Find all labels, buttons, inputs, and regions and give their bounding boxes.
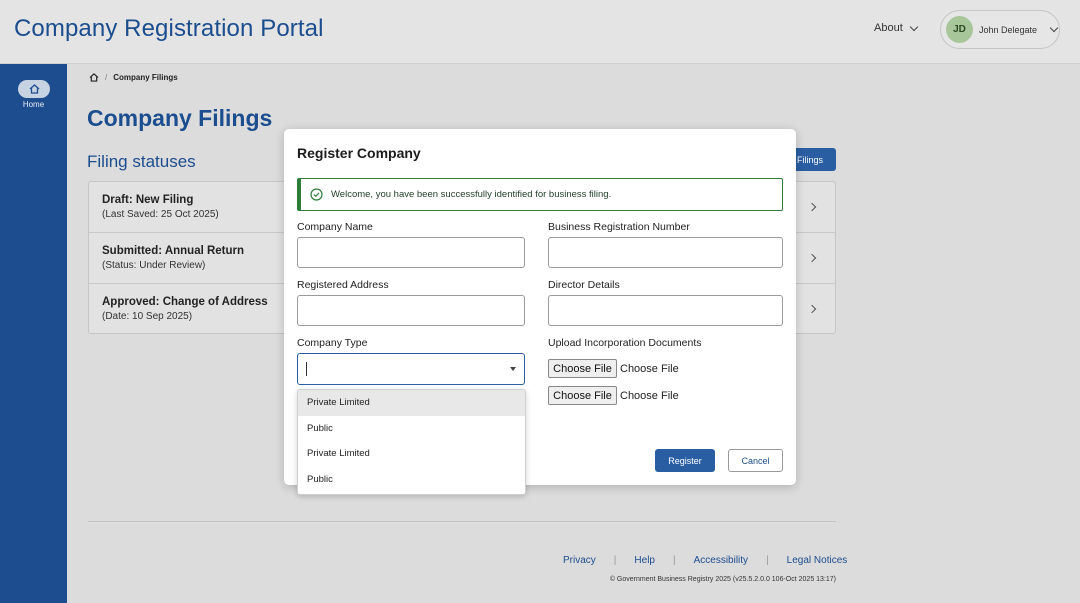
chevron-down-icon <box>909 22 918 31</box>
avatar: JD <box>946 16 973 43</box>
dropdown-option[interactable]: Private Limited <box>298 441 525 467</box>
director-details-input[interactable] <box>548 295 783 326</box>
check-circle-icon <box>310 188 323 201</box>
footer-divider <box>88 521 836 522</box>
company-type-options: Private Limited Public Private Limited P… <box>297 389 526 495</box>
choose-file-button[interactable]: Choose File <box>548 386 617 405</box>
breadcrumb: / Company Filings <box>89 73 178 82</box>
upload-documents-label: Upload Incorporation Documents <box>548 337 702 349</box>
app-title: Company Registration Portal <box>14 15 324 42</box>
cancel-button[interactable]: Cancel <box>728 449 783 472</box>
sidebar: Home <box>0 64 67 603</box>
footer-copyright: © Government Business Registry 2025 (v25… <box>609 576 836 583</box>
footer-separator: | <box>766 555 769 566</box>
footer-link-accessibility[interactable]: Accessibility <box>694 555 748 566</box>
section-title: Filing statuses <box>87 152 196 171</box>
company-type-select[interactable] <box>297 353 525 385</box>
footer-link-legal[interactable]: Legal Notices <box>787 555 848 566</box>
register-button[interactable]: Register <box>655 449 715 472</box>
choose-file-button[interactable]: Choose File <box>548 359 617 378</box>
file-input-1[interactable]: Choose File Choose File <box>548 359 679 378</box>
user-name: John Delegate <box>979 24 1038 35</box>
dropdown-option[interactable]: Public <box>298 416 525 442</box>
file-input-2[interactable]: Choose File Choose File <box>548 386 679 405</box>
sidebar-item-home[interactable] <box>18 80 50 98</box>
file-status-text: Choose File <box>620 362 679 375</box>
footer-separator: | <box>613 555 617 566</box>
footer-link-help[interactable]: Help <box>634 555 655 566</box>
brn-label: Business Registration Number <box>548 221 690 233</box>
about-label: About <box>874 22 903 34</box>
dropdown-option[interactable]: Private Limited <box>298 390 525 416</box>
file-status-text: Choose File <box>620 389 679 402</box>
company-name-input[interactable] <box>297 237 525 268</box>
success-alert: Welcome, you have been successfully iden… <box>297 178 783 211</box>
footer-link-privacy[interactable]: Privacy <box>563 555 596 566</box>
registered-address-input[interactable] <box>297 295 525 326</box>
about-menu[interactable]: About <box>874 22 918 34</box>
breadcrumb-separator: / <box>105 73 108 82</box>
sidebar-item-label: Home <box>22 100 45 109</box>
company-name-label: Company Name <box>297 221 373 233</box>
text-caret <box>306 362 307 376</box>
company-type-label: Company Type <box>297 337 368 349</box>
app-header: Company Registration Portal About JD Joh… <box>0 0 1080 64</box>
dropdown-option[interactable]: Public <box>298 467 525 493</box>
dropdown-arrow-icon <box>510 367 516 371</box>
registered-address-label: Registered Address <box>297 279 389 291</box>
footer-links: Privacy | Help | Accessibility | Legal N… <box>563 555 847 566</box>
brn-input[interactable] <box>548 237 783 268</box>
home-icon[interactable] <box>89 73 99 82</box>
home-icon <box>29 84 39 94</box>
breadcrumb-current: Company Filings <box>113 73 178 82</box>
page-title: Company Filings <box>87 105 273 131</box>
director-details-label: Director Details <box>548 279 620 291</box>
chevron-down-icon <box>1049 23 1059 33</box>
dialog-title: Register Company <box>297 145 421 161</box>
alert-text: Welcome, you have been successfully iden… <box>331 189 612 200</box>
footer-separator: | <box>672 555 676 566</box>
user-menu[interactable]: JD John Delegate <box>940 10 1060 49</box>
